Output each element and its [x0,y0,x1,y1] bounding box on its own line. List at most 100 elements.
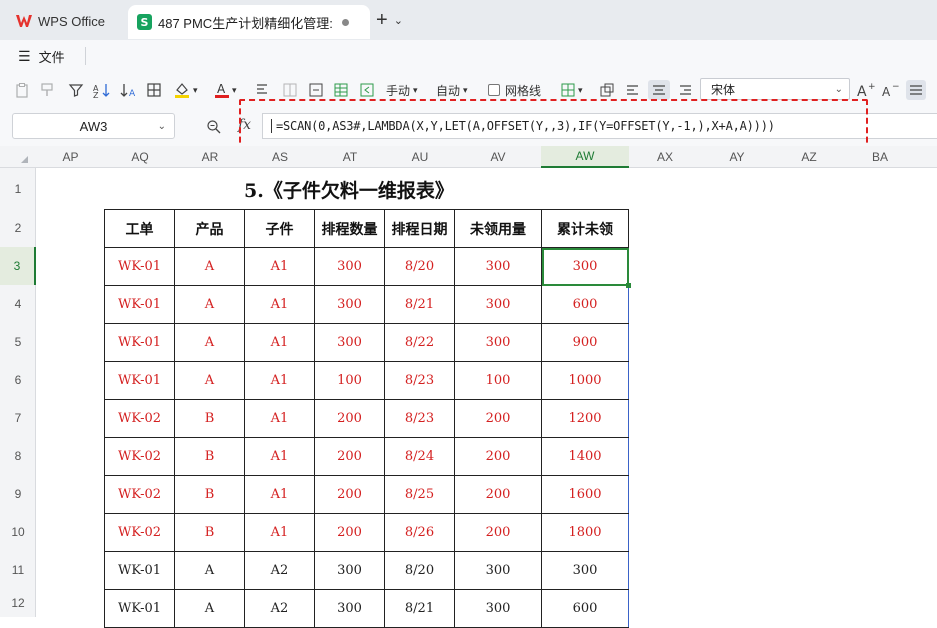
table-cell[interactable]: A1 [244,475,315,514]
column-header-ba[interactable]: BA [845,146,915,168]
filter-icon[interactable] [68,80,84,100]
select-all-corner[interactable] [0,146,36,168]
auto-calc-dropdown[interactable]: 自动 ▾ [436,80,468,100]
unsaved-dot-icon[interactable] [342,18,349,26]
table-cell[interactable]: WK-02 [104,513,175,552]
table-cell[interactable]: 200 [314,437,385,476]
table-cell[interactable]: 1200 [541,399,629,438]
table-cell[interactable]: 300 [314,323,385,362]
table-cell[interactable]: 8/24 [384,437,455,476]
table-cell[interactable]: 100 [454,361,542,400]
increase-font-icon[interactable]: A + [857,80,875,100]
column-header-ap[interactable]: AP [36,146,105,168]
table-cell[interactable]: 8/23 [384,399,455,438]
insert-function-icon[interactable]: fx [238,117,251,133]
chevron-down-icon[interactable]: ▾ [578,85,583,96]
table-cell[interactable]: 1800 [541,513,629,552]
table-cell[interactable]: A [174,589,245,628]
table-cell[interactable]: 200 [454,399,542,438]
table-cell[interactable]: 300 [314,285,385,324]
table-cell[interactable]: 8/20 [384,247,455,286]
zoom-search-icon[interactable] [206,119,222,140]
formula-input[interactable]: =SCAN(0,AS3#,LAMBDA(X,Y,LET(A,OFFSET(Y,,… [262,113,937,139]
table-header-cell[interactable]: 累计未领 [541,209,629,248]
font-name-select[interactable]: 宋体 ⌄ [700,78,850,100]
table-cell[interactable]: A [174,323,245,362]
table-cell[interactable]: WK-02 [104,475,175,514]
row-header-8[interactable]: 8 [0,437,36,475]
table-cell[interactable]: 8/20 [384,551,455,590]
table-cell[interactable]: WK-01 [104,551,175,590]
tab-document[interactable]: S 487 PMC生产计划精细化管理: 全 [128,5,370,39]
column-header-ar[interactable]: AR [175,146,245,168]
table-cell[interactable]: 900 [541,323,629,362]
table-cell[interactable]: 300 [314,589,385,628]
fill-color-icon[interactable]: ▾ [173,80,198,100]
table-cell[interactable]: A2 [244,589,315,628]
table-cell[interactable]: 8/23 [384,361,455,400]
table-cell[interactable]: A1 [244,437,315,476]
table-cell[interactable]: 200 [314,399,385,438]
table-cell[interactable]: A1 [244,285,315,324]
table-cell[interactable]: A1 [244,323,315,362]
table-cell[interactable]: 300 [541,551,629,590]
row-header-10[interactable]: 10 [0,513,36,551]
font-color-icon[interactable]: A ▾ [214,80,237,100]
table-cell[interactable]: A1 [244,513,315,552]
table-header-cell[interactable]: 未领用量 [454,209,542,248]
tab-wps-office[interactable]: WPS Office [6,5,124,37]
table-cell[interactable]: A [174,551,245,590]
row-header-4[interactable]: 4 [0,285,36,323]
table-format-icon[interactable] [333,80,349,100]
table-header-cell[interactable]: 产品 [174,209,245,248]
conditional-format-icon[interactable]: ▾ [560,80,583,100]
table-cell[interactable]: 200 [314,475,385,514]
table-cell[interactable]: WK-01 [104,247,175,286]
row-header-6[interactable]: 6 [0,361,36,399]
name-box[interactable]: AW3 ⌄ [12,113,175,139]
table-cell[interactable]: 300 [454,285,542,324]
table-header-cell[interactable]: 工单 [104,209,175,248]
table-header-cell[interactable]: 排程数量 [314,209,385,248]
menu-file[interactable]: 文件 [39,47,65,66]
cell-style-icon[interactable] [255,80,271,100]
table-cell[interactable]: A [174,247,245,286]
table-cell[interactable]: 1000 [541,361,629,400]
row-header-11[interactable]: 11 [0,551,36,589]
column-header-as[interactable]: AS [245,146,315,168]
format-painter-icon[interactable] [40,80,56,100]
table-cell[interactable]: 600 [541,589,629,628]
column-header-at[interactable]: AT [315,146,385,168]
column-header-aq[interactable]: AQ [105,146,175,168]
sort-ascending-icon[interactable]: AZ [93,80,111,100]
selected-cell[interactable]: 300 [541,247,632,289]
table-cell[interactable]: B [174,513,245,552]
table-cell[interactable]: 300 [454,323,542,362]
table-cell[interactable]: WK-01 [104,323,175,362]
column-header-av[interactable]: AV [455,146,541,168]
table-cell[interactable]: 8/22 [384,323,455,362]
table-cell[interactable]: 200 [454,513,542,552]
borders-icon[interactable] [146,80,162,100]
table-cell[interactable]: WK-01 [104,361,175,400]
chevron-down-icon[interactable]: ⌄ [394,14,403,27]
table-cell[interactable]: 8/26 [384,513,455,552]
table-cell[interactable]: 600 [541,285,629,324]
table-cell[interactable]: 8/25 [384,475,455,514]
table-cell[interactable]: WK-01 [104,589,175,628]
table-cell[interactable]: 300 [454,589,542,628]
hamburger-menu-icon[interactable]: ☰ [18,48,31,65]
table-header-cell[interactable]: 排程日期 [384,209,455,248]
row-header-7[interactable]: 7 [0,399,36,437]
table-cell[interactable]: 8/21 [384,589,455,628]
new-tab-button[interactable]: + ⌄ [376,9,403,32]
gridlines-toggle[interactable]: 网格线 [488,80,541,100]
table-cell[interactable]: A1 [244,361,315,400]
table-cell[interactable]: 200 [314,513,385,552]
paste-icon[interactable] [14,80,30,100]
table-cell[interactable]: B [174,475,245,514]
justify-icon[interactable] [906,80,926,100]
row-header-1[interactable]: 1 [0,168,36,209]
sort-descending-icon[interactable]: A [120,80,138,100]
table-cell[interactable]: A1 [244,399,315,438]
